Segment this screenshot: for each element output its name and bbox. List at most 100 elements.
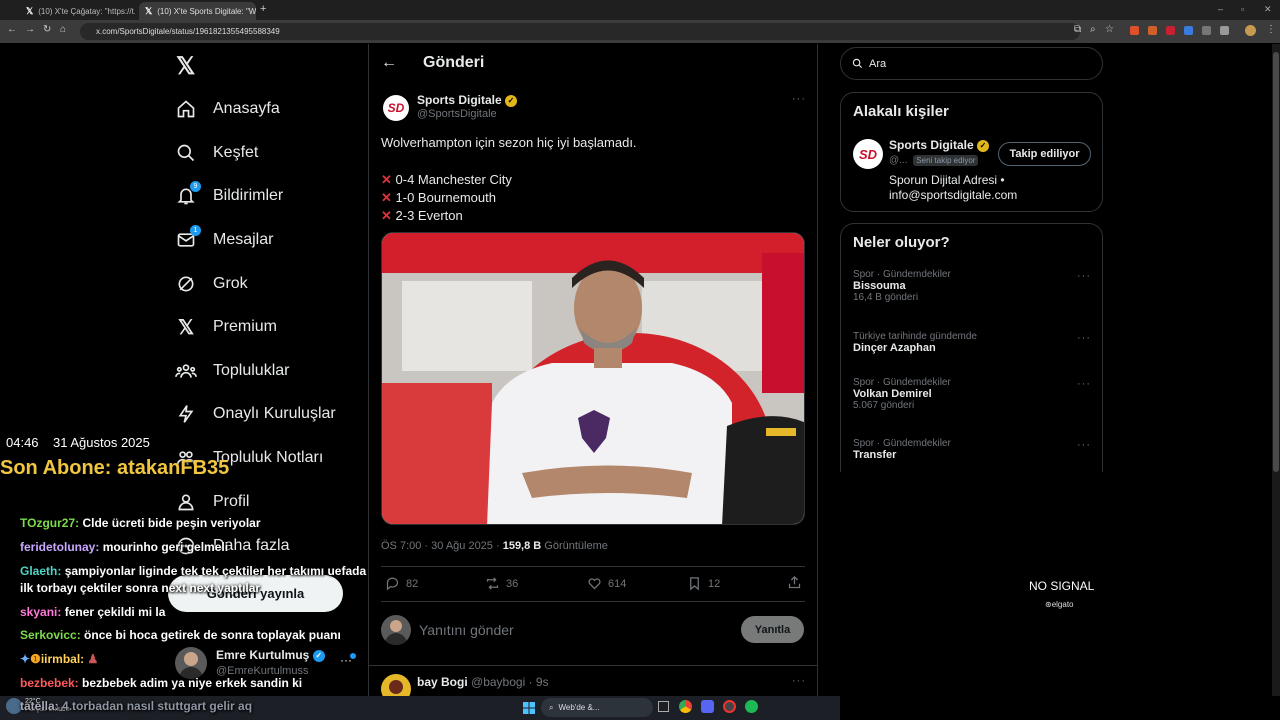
task-view-icon[interactable]: [658, 701, 669, 712]
heart-icon: [588, 578, 601, 590]
nav-label: Premium: [213, 318, 278, 335]
windows-start-icon[interactable]: [523, 701, 535, 714]
extension-icon[interactable]: [1130, 26, 1139, 35]
chat-user: Glaeth:: [20, 564, 62, 578]
extension-icon[interactable]: [1148, 26, 1157, 35]
nav-label: Keşfet: [213, 144, 259, 161]
bio-line: info@sportsdigitale.com: [889, 188, 1018, 202]
reload-icon[interactable]: ↻: [43, 24, 51, 35]
minimize-icon[interactable]: –: [1218, 4, 1223, 14]
nav-communities[interactable]: Topluluklar: [175, 351, 289, 391]
chat-message: Glaeth: şampiyonlar liginde tek tek çekt…: [20, 564, 366, 578]
red-cross-icon: ✕: [381, 190, 392, 205]
trend-item[interactable]: Spor · Gündemdekiler Volkan Demirel 5.06…: [853, 377, 1093, 411]
back-arrow-icon[interactable]: ←: [381, 54, 397, 72]
chat-text: Clde ücreti bide peşin veriyolar: [82, 516, 261, 530]
nav-label: Grok: [213, 275, 248, 292]
extension-icon[interactable]: [1202, 26, 1211, 35]
address-bar[interactable]: x.com/SportsDigitale/status/196182135549…: [80, 23, 1080, 40]
install-icon[interactable]: ⧉: [1074, 24, 1081, 35]
following-button[interactable]: Takip ediliyor: [998, 142, 1091, 166]
nav-notifications[interactable]: 9 Bildirimler: [175, 176, 283, 216]
tab-title: (10) X'te Çağatay: "https://t.co/...: [38, 6, 135, 16]
chat-text: önce bi hoca getirek de sonra toplayak p…: [84, 628, 341, 642]
repost-action[interactable]: 36: [485, 576, 518, 591]
nav-messages[interactable]: 1 Mesajlar: [175, 220, 273, 260]
avatar[interactable]: SD: [853, 139, 883, 169]
chrome-icon[interactable]: [679, 700, 692, 713]
avatar: [175, 647, 207, 679]
trend-meta: Spor · Gündemdekiler: [853, 377, 951, 388]
author-name[interactable]: Sports Digitale ✓: [417, 93, 518, 107]
tab-title: (10) X'te Sports Digitale: "Wolve...: [157, 6, 256, 16]
post-more-icon[interactable]: ···: [792, 93, 806, 105]
bookmark-star-icon[interactable]: ☆: [1105, 24, 1114, 35]
bookmark-action[interactable]: 12: [687, 576, 720, 591]
trend-more-icon[interactable]: ···: [1077, 270, 1091, 282]
nav-premium[interactable]: 𝕏 Premium: [175, 307, 277, 347]
trend-more-icon[interactable]: ···: [1077, 378, 1091, 390]
reply-more-icon[interactable]: ···: [792, 675, 806, 687]
trend-item[interactable]: Spor · Gündemdekiler Bissouma 16,4 B gön…: [853, 269, 1093, 303]
trend-item[interactable]: Türkiye tarihinde gündemde Dinçer Azapha…: [853, 331, 1093, 354]
nav-label: Topluluklar: [213, 362, 290, 379]
forward-icon[interactable]: →: [25, 24, 35, 35]
new-tab-icon[interactable]: +: [260, 3, 266, 15]
badge-icons: ✦: [20, 652, 31, 666]
nav-verified-orgs[interactable]: Onaylı Kuruluşlar: [175, 394, 336, 434]
mail-icon: 1: [175, 225, 201, 251]
zoom-icon[interactable]: ⌕: [1090, 24, 1096, 35]
spotify-icon[interactable]: [745, 700, 758, 713]
trend-meta: Türkiye tarihinde gündemde: [853, 331, 977, 342]
trend-count: 16,4 B gönderi: [853, 292, 919, 303]
reply-input[interactable]: Yanıtını gönder: [419, 622, 514, 638]
person-name[interactable]: Sports Digitale ✓: [889, 138, 990, 152]
emote-icon: ♟: [87, 652, 99, 666]
maximize-icon[interactable]: ▫: [1241, 4, 1244, 14]
post-photo[interactable]: [381, 232, 805, 525]
obs-icon[interactable]: [723, 700, 736, 713]
reply-author[interactable]: bay Bogi @baybogi · 9s: [417, 675, 549, 689]
profile-avatar-icon[interactable]: [1245, 25, 1256, 36]
x-logo-icon[interactable]: 𝕏: [176, 52, 195, 81]
chat-user: feridetolunay:: [20, 540, 100, 554]
trend-meta: Spor · Gündemdekiler: [853, 438, 951, 449]
browser-tab[interactable]: 𝕏 (10) X'te Çağatay: "https://t.co/... ✕: [20, 2, 135, 20]
close-window-icon[interactable]: ✕: [1264, 4, 1272, 15]
share-icon[interactable]: [787, 575, 802, 595]
nav-label: Bildirimler: [213, 187, 284, 204]
reply-author-name: bay Bogi: [417, 675, 468, 689]
home-icon: [175, 98, 197, 120]
like-action[interactable]: 614: [587, 576, 626, 591]
trend-more-icon[interactable]: ···: [1077, 439, 1091, 451]
nav-explore[interactable]: Keşfet: [175, 133, 258, 173]
avatar[interactable]: SD: [383, 95, 409, 121]
url-text: x.com/SportsDigitale/status/196182135549…: [96, 27, 280, 36]
extension-icon[interactable]: [1166, 26, 1175, 35]
author-handle[interactable]: @SportsDigitale: [417, 108, 497, 120]
back-icon[interactable]: ←: [7, 24, 17, 35]
message-badge: 1: [190, 225, 201, 236]
extension-icon[interactable]: [1184, 26, 1193, 35]
page-title: Gönderi: [423, 54, 485, 71]
search-input[interactable]: Ara: [840, 47, 1103, 80]
trend-item[interactable]: Spor · Gündemdekiler Transfer ···: [853, 438, 1093, 461]
card-title: Alakalı kişiler: [853, 103, 949, 120]
browser-menu-icon[interactable]: ⋮: [1266, 24, 1276, 35]
reply-action[interactable]: 82: [385, 576, 418, 591]
reply-button[interactable]: Yanıtla: [741, 616, 804, 643]
overlay-time: 04:46: [6, 435, 39, 450]
taskbar-search[interactable]: ⌕ Web'de &...: [541, 698, 653, 717]
scrollbar-thumb[interactable]: [1273, 52, 1279, 472]
nav-home[interactable]: Anasayfa: [175, 89, 280, 129]
nav-grok[interactable]: Grok: [175, 264, 248, 304]
chat-text: şampiyonlar liginde tek tek çektiler her…: [64, 564, 367, 578]
trend-more-icon[interactable]: ···: [1077, 332, 1091, 344]
discord-icon[interactable]: [701, 700, 714, 713]
extensions-puzzle-icon[interactable]: [1220, 26, 1229, 35]
browser-tab-active[interactable]: 𝕏 (10) X'te Sports Digitale: "Wolve... ✕: [139, 2, 256, 20]
chat-user: Serkovicc:: [20, 628, 81, 642]
page-scrollbar[interactable]: [1272, 44, 1280, 696]
trend-name: Volkan Demirel: [853, 388, 932, 400]
home-browser-icon[interactable]: ⌂: [60, 24, 66, 35]
